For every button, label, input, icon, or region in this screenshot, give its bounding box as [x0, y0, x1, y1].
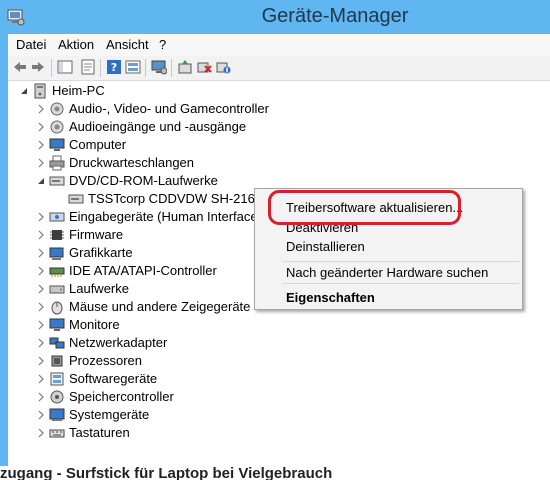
dvd-drive-icon: [49, 176, 65, 186]
cropped-caption: zugang - Surfstick für Laptop bei Vielge…: [0, 466, 333, 480]
tree-item-label: Computer: [69, 137, 127, 152]
tree-item-label: Firmware: [69, 227, 124, 242]
processor-icon: [51, 355, 63, 367]
system-device-icon: [49, 408, 65, 421]
tree-item-label: Mäuse und andere Zeigegeräte: [69, 299, 251, 314]
speaker-icon: [50, 102, 64, 116]
ctx-properties[interactable]: Eigenschaften: [286, 290, 375, 305]
device-manager-window: Geräte-Manager Datei Aktion Ansicht ? ?: [0, 0, 550, 466]
keyboard-icon: [49, 429, 65, 438]
menu-help[interactable]: ?: [159, 37, 166, 52]
tree-root-label: Heim-PC: [52, 83, 105, 98]
expand-arrow-icon[interactable]: [35, 247, 47, 259]
graphics-card-icon: [49, 247, 64, 260]
expand-arrow-icon[interactable]: [35, 373, 47, 385]
title-bar[interactable]: Geräte-Manager: [0, 0, 550, 34]
tree-item-label: Grafikkarte: [69, 245, 133, 260]
chip-icon: [50, 230, 64, 240]
view-icon[interactable]: [125, 59, 141, 75]
expand-arrow-icon[interactable]: [35, 391, 47, 403]
tree-item-label: Audioeingänge und -ausgänge: [69, 119, 247, 134]
expand-arrow-icon[interactable]: [35, 103, 47, 115]
ctx-scan-hardware[interactable]: Nach geänderter Hardware suchen: [286, 265, 488, 280]
tree-item-label: Audio-, Video- und Gamecontroller: [69, 101, 269, 116]
svg-text:?: ?: [111, 61, 117, 74]
expand-arrow-icon[interactable]: [35, 157, 47, 169]
speaker-icon: [50, 120, 64, 134]
expand-arrow-icon[interactable]: [35, 229, 47, 241]
forward-icon[interactable]: [30, 59, 46, 75]
expand-arrow-icon[interactable]: [35, 301, 47, 313]
expand-arrow-icon[interactable]: [35, 337, 47, 349]
caption-strip: zugang - Surfstick für Laptop bei Vielge…: [0, 466, 550, 480]
back-icon[interactable]: [12, 59, 28, 75]
tree-item-label: Tastaturen: [69, 425, 130, 440]
mouse-icon: [51, 301, 63, 315]
tree-item-label: Monitore: [69, 317, 120, 332]
monitor-device-icon: [49, 318, 65, 331]
menu-ansicht[interactable]: Ansicht: [106, 37, 149, 52]
hard-drive-icon: [49, 285, 65, 294]
toolbar-separator: [51, 59, 52, 77]
properties-icon[interactable]: [80, 59, 96, 75]
controller-icon: [49, 267, 65, 277]
window-title: Geräte-Manager: [261, 5, 409, 27]
expand-arrow-icon[interactable]: [35, 409, 47, 421]
expand-arrow-icon[interactable]: [35, 139, 47, 151]
enable-device-icon[interactable]: [215, 59, 231, 75]
highlight-annotation: [268, 190, 461, 225]
menu-aktion[interactable]: Aktion: [58, 37, 94, 52]
tree-item-label: Eingabegeräte (Human Interface D: [69, 209, 271, 224]
expand-arrow-icon[interactable]: [35, 319, 47, 331]
network-adapter-icon: [49, 337, 65, 349]
toolbar-separator: [171, 59, 172, 77]
tree-item-label: Netzwerkadapter: [69, 335, 168, 350]
expand-arrow-icon[interactable]: [35, 355, 47, 367]
computer-icon: [49, 138, 65, 151]
help-icon[interactable]: ?: [106, 59, 122, 75]
expand-arrow-icon[interactable]: [35, 265, 47, 277]
tree-item-label: Systemgeräte: [69, 407, 150, 422]
collapse-arrow-icon[interactable]: [18, 85, 30, 97]
monitor-icon[interactable]: [151, 59, 167, 75]
tree-item-label: IDE ATA/ATAPI-Controller: [69, 263, 217, 278]
expand-arrow-icon[interactable]: [35, 427, 47, 439]
ctx-uninstall[interactable]: Deinstallieren: [286, 239, 365, 254]
collapse-arrow-icon[interactable]: [35, 175, 47, 187]
printer-icon: [49, 155, 65, 171]
tree-item-label: Prozessoren: [69, 353, 142, 368]
software-device-icon: [50, 372, 64, 386]
show-hide-tree-icon[interactable]: [57, 59, 73, 75]
toolbar-separator: [145, 59, 146, 77]
tree-item-label: Speichercontroller: [69, 389, 174, 404]
uninstall-icon[interactable]: [196, 59, 212, 75]
input-device-icon: [49, 212, 65, 222]
toolbar: ?: [8, 56, 550, 81]
context-menu-separator: [283, 283, 519, 284]
expand-arrow-icon[interactable]: [35, 121, 47, 133]
tree-item-label: DVD/CD-ROM-Laufwerke: [69, 173, 218, 188]
storage-controller-icon: [50, 390, 64, 404]
selected-device-label: TSSTcorp CDDVDW SH-216DB: [88, 191, 273, 206]
tree-item-label: Laufwerke: [69, 281, 129, 296]
expand-arrow-icon[interactable]: [35, 283, 47, 295]
context-menu-separator: [283, 261, 519, 262]
menu-bar: Datei Aktion Ansicht ?: [8, 34, 550, 56]
toolbar-separator: [100, 59, 101, 77]
tree-item-label: Druckwarteschlangen: [69, 155, 195, 170]
menu-datei[interactable]: Datei: [16, 37, 46, 52]
tree-item-label: Softwaregeräte: [69, 371, 158, 386]
expand-arrow-icon[interactable]: [35, 211, 47, 223]
scan-hardware-icon[interactable]: [177, 59, 193, 75]
computer-root-icon: [34, 83, 46, 99]
dvd-device-icon: [68, 194, 84, 204]
